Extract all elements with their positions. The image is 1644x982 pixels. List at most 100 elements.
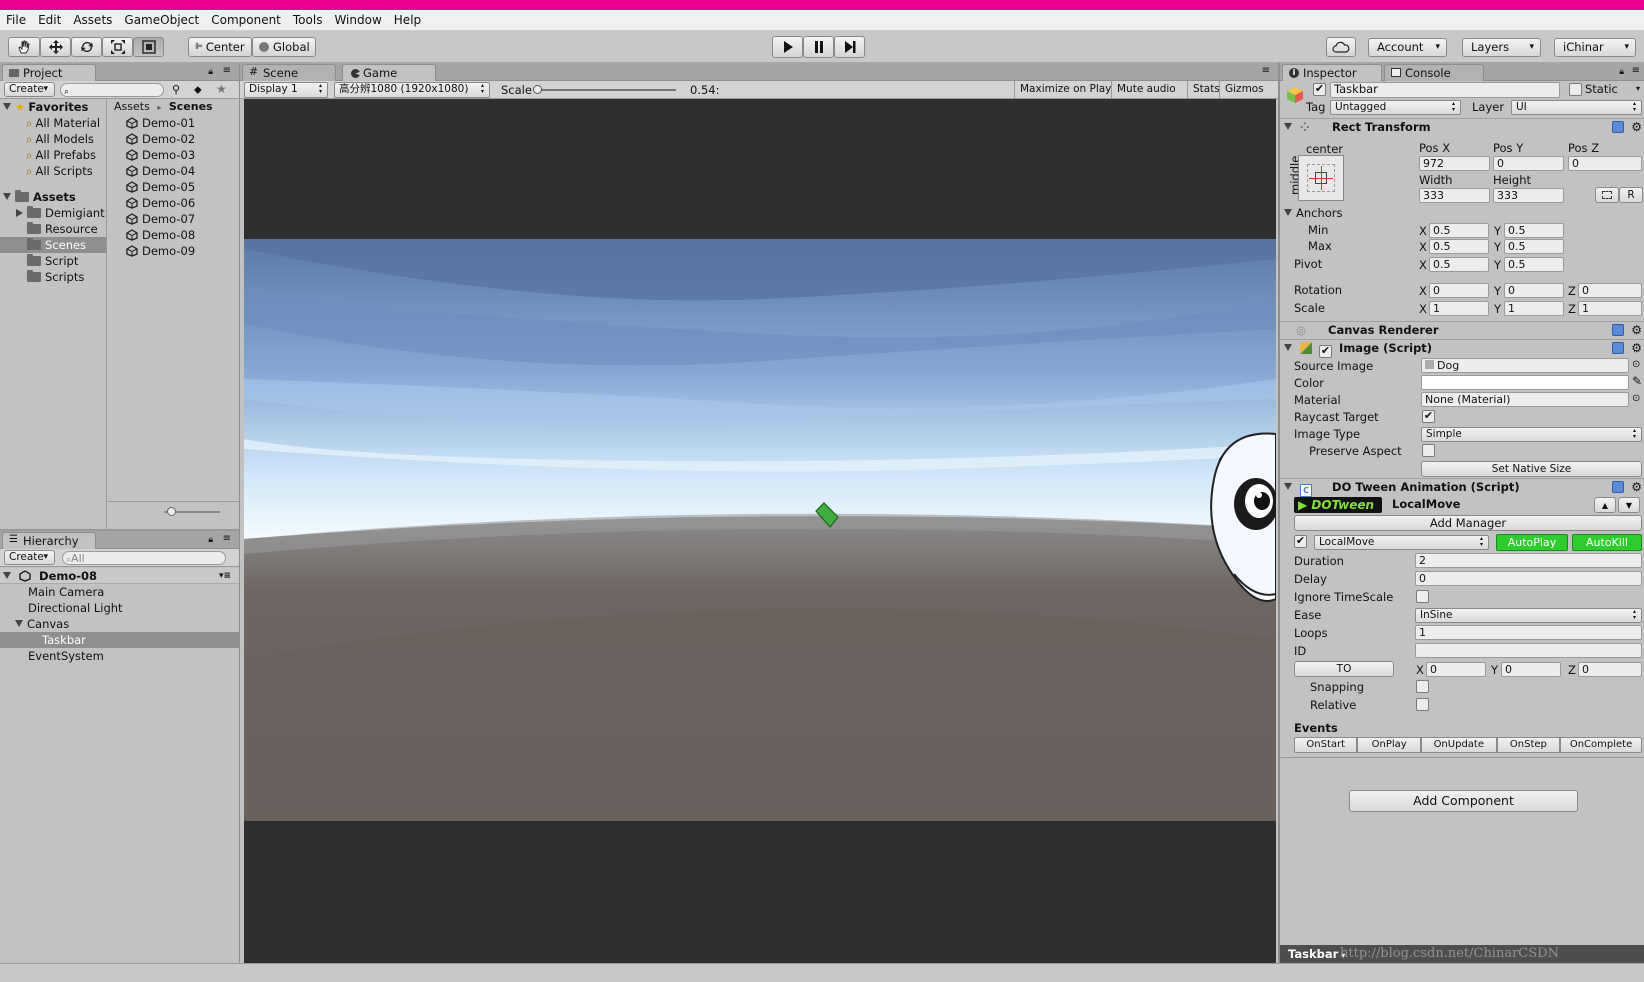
object-picker-icon[interactable]: ⊙ — [1632, 393, 1640, 404]
to-y-field[interactable]: 0 — [1501, 662, 1561, 677]
gizmos-toggle[interactable]: Gizmos — [1219, 81, 1269, 99]
posy-field[interactable]: 0 — [1493, 156, 1564, 171]
filter-type-icon[interactable]: ⚲ — [172, 83, 180, 96]
panel-menu-icon[interactable]: ≡ — [223, 65, 231, 76]
scene-file-item[interactable]: Demo-03 — [108, 147, 195, 163]
hierarchy-item[interactable]: Canvas — [0, 616, 69, 632]
event-onstep-button[interactable]: OnStep — [1496, 737, 1561, 753]
breadcrumb-scenes[interactable]: Scenes — [169, 100, 213, 113]
scene-file-item[interactable]: Demo-05 — [108, 179, 195, 195]
color-field[interactable] — [1421, 375, 1629, 390]
pivot-toggle[interactable]: ⊫ Center — [188, 37, 252, 57]
scale-slider[interactable] — [536, 89, 676, 91]
loops-field[interactable]: 1 — [1415, 625, 1642, 640]
object-picker-icon[interactable]: ⊙ — [1632, 359, 1640, 370]
image-enabled-checkbox[interactable]: ✔ — [1319, 345, 1333, 358]
hierarchy-search-input[interactable]: ⌕All — [62, 551, 226, 565]
project-create-dropdown[interactable]: Create — [4, 82, 55, 97]
space-toggle[interactable]: Global — [252, 37, 316, 57]
rect-tool-button[interactable] — [133, 37, 164, 57]
width-field[interactable]: 333 — [1419, 188, 1490, 203]
raycast-target-checkbox[interactable]: ✔ — [1422, 410, 1435, 423]
event-onstart-button[interactable]: OnStart — [1294, 737, 1358, 753]
panel-menu-icon[interactable]: ≡ — [1262, 65, 1270, 76]
to-x-field[interactable]: 0 — [1426, 662, 1486, 677]
layer-dropdown[interactable]: UI — [1511, 100, 1642, 115]
rotate-tool-button[interactable] — [71, 37, 102, 57]
gear-icon[interactable]: ⚙ — [1631, 342, 1642, 354]
object-name-field[interactable]: Taskbar — [1330, 82, 1560, 98]
game-render[interactable] — [244, 99, 1276, 963]
anchor-min-y-field[interactable]: 0.5 — [1504, 223, 1564, 238]
tab-console[interactable]: Console — [1384, 64, 1484, 81]
filter-label-icon[interactable]: ⬥ — [194, 83, 202, 97]
play-button[interactable] — [772, 36, 803, 58]
asset-folder[interactable]: Demigiant — [0, 205, 105, 221]
account-dropdown[interactable]: Account — [1368, 38, 1447, 57]
snapping-checkbox[interactable] — [1416, 680, 1429, 693]
anchor-max-y-field[interactable]: 0.5 — [1504, 239, 1564, 254]
resolution-dropdown[interactable]: 高分辨1080 (1920x1080) — [334, 82, 490, 98]
event-onplay-button[interactable]: OnPlay — [1357, 737, 1421, 753]
move-tool-button[interactable] — [40, 37, 71, 57]
tab-scene[interactable]: # Scene — [242, 64, 336, 81]
move-up-button[interactable]: ▲ — [1594, 497, 1616, 513]
posz-field[interactable]: 0 — [1568, 156, 1642, 171]
project-search-input[interactable]: ⌕ — [60, 83, 164, 97]
static-checkbox[interactable] — [1569, 83, 1582, 96]
hierarchy-create-dropdown[interactable]: Create — [4, 550, 55, 565]
to-z-field[interactable]: 0 — [1578, 662, 1642, 677]
anchor-presets-button[interactable] — [1298, 155, 1344, 201]
display-dropdown[interactable]: Display 1 — [244, 82, 328, 98]
scene-file-item[interactable]: Demo-08 — [108, 227, 195, 243]
hierarchy-item-selected[interactable]: Taskbar — [0, 632, 239, 648]
delay-field[interactable]: 0 — [1415, 571, 1642, 586]
height-field[interactable]: 333 — [1493, 188, 1564, 203]
hand-tool-button[interactable] — [8, 37, 40, 57]
tag-dropdown[interactable]: Untagged — [1330, 100, 1461, 115]
cloud-button[interactable] — [1326, 37, 1356, 57]
scene-file-item[interactable]: Demo-04 — [108, 163, 195, 179]
help-book-icon[interactable] — [1612, 121, 1624, 133]
favorite-item[interactable]: ⌕ All Scripts — [0, 163, 93, 179]
set-native-size-button[interactable]: Set Native Size — [1421, 461, 1642, 477]
scene-file-item[interactable]: Demo-07 — [108, 211, 195, 227]
menu-assets[interactable]: Assets — [67, 13, 118, 27]
id-field[interactable] — [1415, 643, 1642, 658]
anchors-foldout[interactable]: Anchors — [1284, 206, 1343, 220]
eyedropper-icon[interactable]: ✎ — [1632, 374, 1642, 388]
menu-file[interactable]: File — [0, 13, 32, 27]
event-oncomplete-button[interactable]: OnComplete — [1560, 737, 1642, 753]
pivot-y-field[interactable]: 0.5 — [1504, 257, 1564, 272]
pause-button[interactable] — [803, 36, 834, 58]
tab-hierarchy[interactable]: ☰ Hierarchy — [2, 532, 96, 549]
menu-gameobject[interactable]: GameObject — [118, 13, 205, 27]
add-component-button[interactable]: Add Component — [1349, 790, 1578, 812]
rotation-x-field[interactable]: 0 — [1429, 283, 1489, 298]
scale-z-field[interactable]: 1 — [1578, 301, 1642, 316]
move-down-button[interactable]: ▼ — [1618, 497, 1640, 513]
image-component-header[interactable]: ✔ Image (Script) ⚙ — [1280, 339, 1644, 358]
tab-game[interactable]: Game — [342, 64, 436, 81]
scene-file-item[interactable]: Demo-09 — [108, 243, 195, 259]
zoom-slider-thumb[interactable] — [167, 507, 176, 516]
animation-type-dropdown[interactable]: LocalMove — [1314, 535, 1489, 550]
menu-edit[interactable]: Edit — [32, 13, 67, 27]
hierarchy-item[interactable]: EventSystem — [0, 648, 104, 664]
hierarchy-item[interactable]: Main Camera — [0, 584, 104, 600]
hierarchy-item[interactable]: Directional Light — [0, 600, 123, 616]
source-image-field[interactable]: Dog — [1421, 358, 1629, 373]
rotation-y-field[interactable]: 0 — [1504, 283, 1564, 298]
maximize-on-play-toggle[interactable]: Maximize on Play — [1014, 81, 1116, 99]
canvas-renderer-header[interactable]: ◎ Canvas Renderer ⚙ — [1280, 321, 1644, 339]
scene-file-item[interactable]: Demo-01 — [108, 115, 195, 131]
pivot-x-field[interactable]: 0.5 — [1429, 257, 1489, 272]
autokill-toggle[interactable]: AutoKill — [1572, 534, 1642, 551]
favorite-item[interactable]: ⌕ All Models — [0, 131, 94, 147]
layers-dropdown[interactable]: Layers — [1462, 38, 1541, 57]
scale-x-field[interactable]: 1 — [1429, 301, 1489, 316]
dotween-component-header[interactable]: C DO Tween Animation (Script) ⚙ — [1280, 478, 1644, 497]
material-field[interactable]: None (Material) — [1421, 392, 1629, 407]
scene-header[interactable]: Demo-08 ▾≡ — [0, 568, 239, 584]
menu-tools[interactable]: Tools — [287, 13, 329, 27]
